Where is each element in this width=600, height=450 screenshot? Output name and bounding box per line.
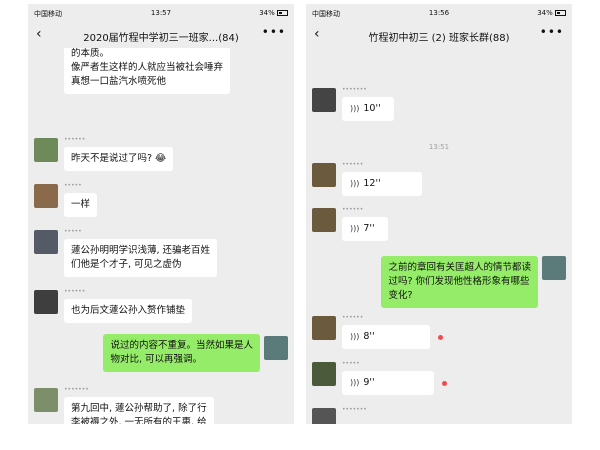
voice-icon: ))) bbox=[350, 332, 360, 341]
clock: 13:56 bbox=[428, 9, 450, 17]
sender-name: •••••• bbox=[342, 161, 364, 168]
clock: 13:57 bbox=[150, 9, 172, 17]
voice-bubble[interactable]: ))) 12'' bbox=[342, 172, 422, 196]
battery-indicator: 34% bbox=[537, 9, 566, 17]
unread-dot bbox=[442, 381, 447, 386]
avatar[interactable] bbox=[264, 336, 288, 360]
message-bubble[interactable]: 也为后文蘧公孙入赘作铺垫 bbox=[64, 299, 193, 323]
message-list[interactable]: 的本质。 像严者生这样的人就应当被社会唾弃 真想一口盐汽水喷死他 •••••• … bbox=[28, 48, 294, 424]
battery-percent: 34% bbox=[537, 9, 553, 17]
avatar[interactable] bbox=[312, 163, 336, 187]
unread-dot bbox=[438, 335, 443, 340]
voice-duration: 9'' bbox=[363, 377, 375, 388]
avatar[interactable] bbox=[312, 88, 336, 112]
voice-bubble[interactable]: ))) 8'' bbox=[342, 325, 430, 349]
voice-bubble[interactable]: ))) 10'' bbox=[342, 97, 394, 121]
voice-icon: ))) bbox=[350, 224, 360, 233]
group-title: 2020届竹程中学初三一班家...(84) bbox=[83, 33, 239, 44]
message-bubble[interactable]: 之前的章回有关匡超人的情节都读 过吗? 你们发现他性格形象有哪些 变化? bbox=[381, 256, 538, 308]
sender-name: ••••• bbox=[64, 182, 82, 189]
avatar[interactable] bbox=[34, 184, 58, 208]
message-bubble[interactable]: 的本质。 像严者生这样的人就应当被社会唾弃 真想一口盐汽水喷死他 bbox=[64, 48, 231, 94]
timestamp: 13:51 bbox=[428, 143, 450, 151]
avatar[interactable] bbox=[34, 138, 58, 162]
sender-name: ••••••• bbox=[342, 406, 367, 413]
sender-name: •••••• bbox=[342, 206, 364, 213]
sender-name: •••••• bbox=[64, 288, 86, 295]
voice-bubble[interactable]: ))) 7'' bbox=[342, 217, 388, 241]
voice-bubble[interactable]: ))) 9'' bbox=[342, 371, 434, 395]
more-options-icon[interactable]: ••• bbox=[262, 25, 286, 39]
group-title: 竹程初中初三 (2) 班家长群(88) bbox=[368, 33, 510, 44]
status-bar: 中国移动 13:57 34% bbox=[28, 4, 294, 22]
avatar[interactable] bbox=[542, 256, 566, 280]
status-bar: 中国移动 13:56 34% bbox=[306, 4, 572, 22]
left-chat-screenshot: 中国移动 13:57 34% ‹ 2020届竹程中学初三一班家...(84) •… bbox=[28, 4, 294, 424]
more-options-icon[interactable]: ••• bbox=[540, 25, 564, 39]
battery-icon bbox=[277, 10, 288, 16]
avatar[interactable] bbox=[34, 388, 58, 412]
sender-name: ••••• bbox=[342, 360, 360, 367]
voice-duration: 8'' bbox=[363, 331, 375, 342]
chat-header: ‹ 竹程初中初三 (2) 班家长群(88) ••• bbox=[306, 22, 572, 48]
avatar[interactable] bbox=[312, 408, 336, 424]
sender-name: •••••• bbox=[64, 136, 86, 143]
battery-percent: 34% bbox=[259, 9, 275, 17]
message-bubble[interactable]: 第九回中, 蘧公孙帮助了, 除了行 李被褥之外, 一无所有的王惠, 给 bbox=[64, 397, 214, 424]
voice-icon: ))) bbox=[350, 179, 360, 188]
sender-name: ••••• bbox=[64, 228, 82, 235]
sender-name: •••••• bbox=[342, 314, 364, 321]
chat-header: ‹ 2020届竹程中学初三一班家...(84) ••• bbox=[28, 22, 294, 48]
avatar[interactable] bbox=[312, 362, 336, 386]
message-bubble[interactable]: 一样 bbox=[64, 193, 98, 217]
back-icon[interactable]: ‹ bbox=[36, 26, 42, 42]
battery-indicator: 34% bbox=[259, 9, 288, 17]
voice-duration: 10'' bbox=[363, 103, 381, 114]
voice-duration: 12'' bbox=[363, 178, 381, 189]
message-bubble[interactable]: 蘧公孙明明学识浅薄, 还骗老百姓 们他是个才子, 可见之虚伪 bbox=[64, 239, 218, 277]
message-bubble[interactable]: 昨天不是说过了吗? 😂 bbox=[64, 147, 174, 171]
avatar[interactable] bbox=[312, 208, 336, 232]
message-bubble[interactable]: 说过的内容不重复。当然如果是人 物对比, 可以再强调。 bbox=[103, 334, 260, 372]
avatar[interactable] bbox=[34, 230, 58, 254]
battery-icon bbox=[555, 10, 566, 16]
right-chat-screenshot: 中国移动 13:56 34% ‹ 竹程初中初三 (2) 班家长群(88) •••… bbox=[306, 4, 572, 424]
voice-icon: ))) bbox=[350, 378, 360, 387]
voice-duration: 7'' bbox=[363, 223, 375, 234]
sender-name: ••••••• bbox=[64, 386, 89, 393]
avatar[interactable] bbox=[34, 290, 58, 314]
message-list[interactable]: ••••••• ))) 10'' 13:51 •••••• ))) 12'' •••… bbox=[306, 48, 572, 424]
avatar[interactable] bbox=[312, 316, 336, 340]
sender-name: ••••••• bbox=[342, 86, 367, 93]
voice-icon: ))) bbox=[350, 104, 360, 113]
back-icon[interactable]: ‹ bbox=[314, 26, 320, 42]
